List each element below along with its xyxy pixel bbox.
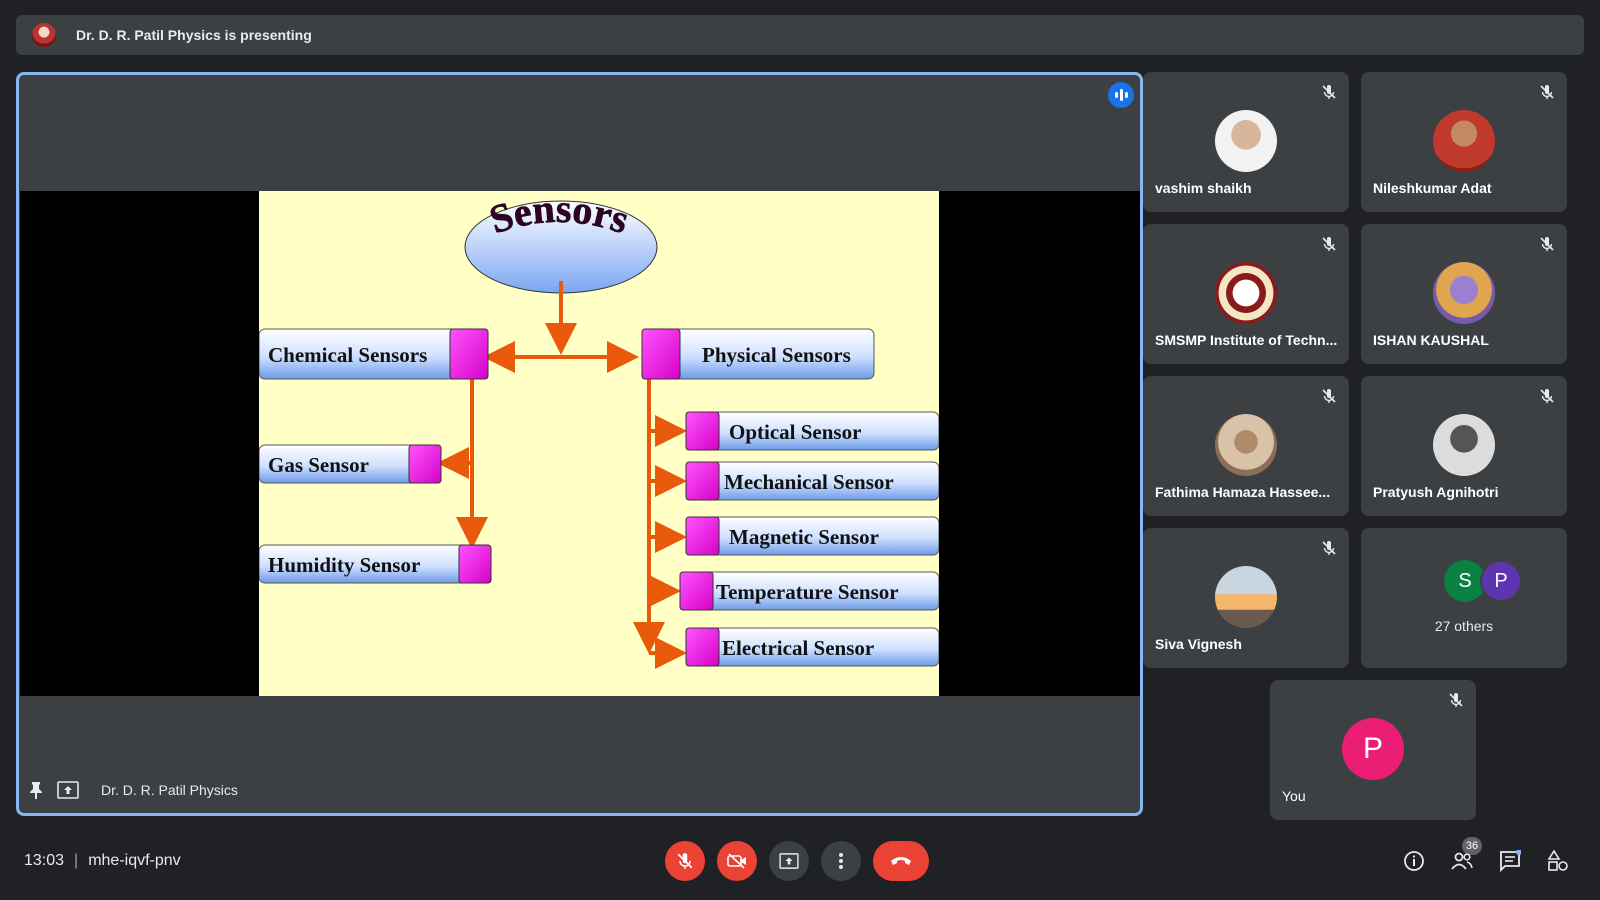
electrical-sensor-label: Electrical Sensor: [722, 636, 874, 660]
mic-toggle-button[interactable]: [665, 841, 705, 881]
humidity-sensor-label: Humidity Sensor: [268, 553, 420, 577]
mic-off-icon: [1322, 541, 1336, 555]
speaking-indicator-icon: [1108, 82, 1134, 108]
participant-tile[interactable]: Nileshkumar Adat: [1361, 72, 1567, 212]
mic-off-icon: [1449, 693, 1463, 707]
participant-name: vashim shaikh: [1155, 180, 1252, 196]
pin-icon[interactable]: [29, 781, 43, 799]
presentation-stage[interactable]: Sensors Chemical Sensors Physical Sensor…: [16, 72, 1143, 816]
sensor-diagram: Sensors Chemical Sensors Physical Sensor…: [259, 191, 939, 669]
slide: Sensors Chemical Sensors Physical Sensor…: [259, 191, 939, 696]
participant-name: Pratyush Agnihotri: [1373, 484, 1499, 500]
physical-sensors-label: Physical Sensors: [702, 343, 851, 367]
shared-screen: Sensors Chemical Sensors Physical Sensor…: [20, 191, 1140, 696]
info-icon: [1404, 851, 1424, 871]
participant-avatar: [1433, 414, 1495, 476]
others-avatar-p: P: [1480, 560, 1522, 602]
participant-tile[interactable]: Fathima Hamaza Hassee...: [1143, 376, 1349, 516]
mic-off-icon: [1540, 389, 1554, 403]
presenting-banner: Dr. D. R. Patil Physics is presenting: [16, 15, 1584, 55]
presenting-text: Dr. D. R. Patil Physics is presenting: [76, 27, 312, 43]
more-vert-icon: [839, 853, 843, 869]
current-time: 13:03: [24, 852, 65, 869]
mic-off-icon: [677, 853, 693, 869]
participant-tile[interactable]: ISHAN KAUSHAL: [1361, 224, 1567, 364]
mic-off-icon: [1322, 237, 1336, 251]
chemical-sensors-label: Chemical Sensors: [268, 343, 427, 367]
participant-tile[interactable]: SMSMP Institute of Techn...: [1143, 224, 1349, 364]
present-screen-icon: [57, 781, 79, 799]
camera-off-icon: [727, 853, 746, 869]
activities-icon: [1547, 850, 1568, 871]
participant-name: ISHAN KAUSHAL: [1373, 332, 1489, 348]
mic-off-icon: [1540, 85, 1554, 99]
magnetic-sensor-label: Magnetic Sensor: [729, 525, 879, 549]
mic-off-icon: [1322, 85, 1336, 99]
participant-name: Nileshkumar Adat: [1373, 180, 1492, 196]
control-bar: 13:03 | mhe-iqvf-pnv 36: [0, 830, 1600, 900]
optical-sensor-label: Optical Sensor: [729, 420, 861, 444]
meeting-details-button[interactable]: [1402, 849, 1426, 873]
participant-name: SMSMP Institute of Techn...: [1155, 332, 1338, 348]
stage-footer: Dr. D. R. Patil Physics: [29, 781, 238, 799]
mic-off-icon: [1540, 237, 1554, 251]
others-tile[interactable]: S P 27 others: [1361, 528, 1567, 668]
presenter-name-label: Dr. D. R. Patil Physics: [101, 782, 238, 798]
mic-off-icon: [1322, 389, 1336, 403]
participant-tile[interactable]: Pratyush Agnihotri: [1361, 376, 1567, 516]
leave-call-button[interactable]: [873, 841, 929, 881]
camera-toggle-button[interactable]: [717, 841, 757, 881]
meeting-code: mhe-iqvf-pnv: [88, 852, 181, 869]
participant-avatar: [1433, 110, 1495, 172]
participant-avatar: [1215, 566, 1277, 628]
self-label: You: [1282, 788, 1306, 804]
mechanical-sensor-label: Mechanical Sensor: [724, 470, 894, 494]
chat-icon: [1500, 850, 1521, 872]
present-screen-icon: [779, 853, 799, 869]
present-now-button[interactable]: [769, 841, 809, 881]
people-button[interactable]: [1450, 849, 1474, 873]
participant-avatar: [1433, 262, 1495, 324]
self-avatar: P: [1342, 718, 1404, 780]
more-options-button[interactable]: [821, 841, 861, 881]
hang-up-icon: [891, 857, 911, 865]
participant-avatar: [1215, 110, 1277, 172]
presenter-avatar: [32, 23, 56, 47]
participant-name: Siva Vignesh: [1155, 636, 1242, 652]
chat-button[interactable]: [1498, 849, 1522, 873]
people-icon: [1451, 852, 1473, 870]
participant-tile[interactable]: vashim shaikh: [1143, 72, 1349, 212]
institute-logo: [1215, 262, 1277, 324]
activities-button[interactable]: [1546, 849, 1570, 873]
gas-sensor-label: Gas Sensor: [268, 453, 369, 477]
meeting-info: 13:03 | mhe-iqvf-pnv: [24, 852, 181, 869]
self-tile[interactable]: P You: [1270, 680, 1476, 820]
participant-name: Fathima Hamaza Hassee...: [1155, 484, 1331, 500]
others-count-label: 27 others: [1434, 618, 1494, 634]
temperature-sensor-label: Temperature Sensor: [716, 580, 899, 604]
participant-avatar: [1215, 414, 1277, 476]
participant-tile[interactable]: Siva Vignesh: [1143, 528, 1349, 668]
